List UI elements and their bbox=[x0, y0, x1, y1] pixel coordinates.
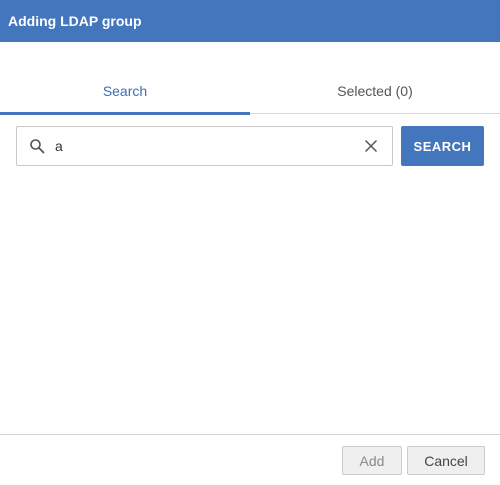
dialog-title: Adding LDAP group bbox=[8, 13, 142, 29]
dialog-title-bar: Adding LDAP group bbox=[0, 0, 500, 42]
dialog-footer: Add Cancel bbox=[0, 434, 500, 485]
search-icon bbox=[30, 139, 45, 154]
cancel-button[interactable]: Cancel bbox=[407, 446, 485, 475]
tab-search[interactable]: Search bbox=[0, 68, 250, 115]
tab-bar: Search Selected (0) bbox=[0, 68, 500, 115]
search-input[interactable] bbox=[55, 131, 364, 161]
search-button[interactable]: SEARCH bbox=[401, 126, 484, 166]
tab-selected[interactable]: Selected (0) bbox=[250, 68, 500, 114]
tab-search-label: Search bbox=[102, 83, 148, 99]
add-button[interactable]: Add bbox=[342, 446, 402, 475]
close-icon[interactable] bbox=[364, 139, 378, 153]
search-results-list bbox=[0, 176, 500, 432]
search-field bbox=[16, 126, 393, 166]
tab-selected-label: Selected (0) bbox=[337, 83, 413, 99]
